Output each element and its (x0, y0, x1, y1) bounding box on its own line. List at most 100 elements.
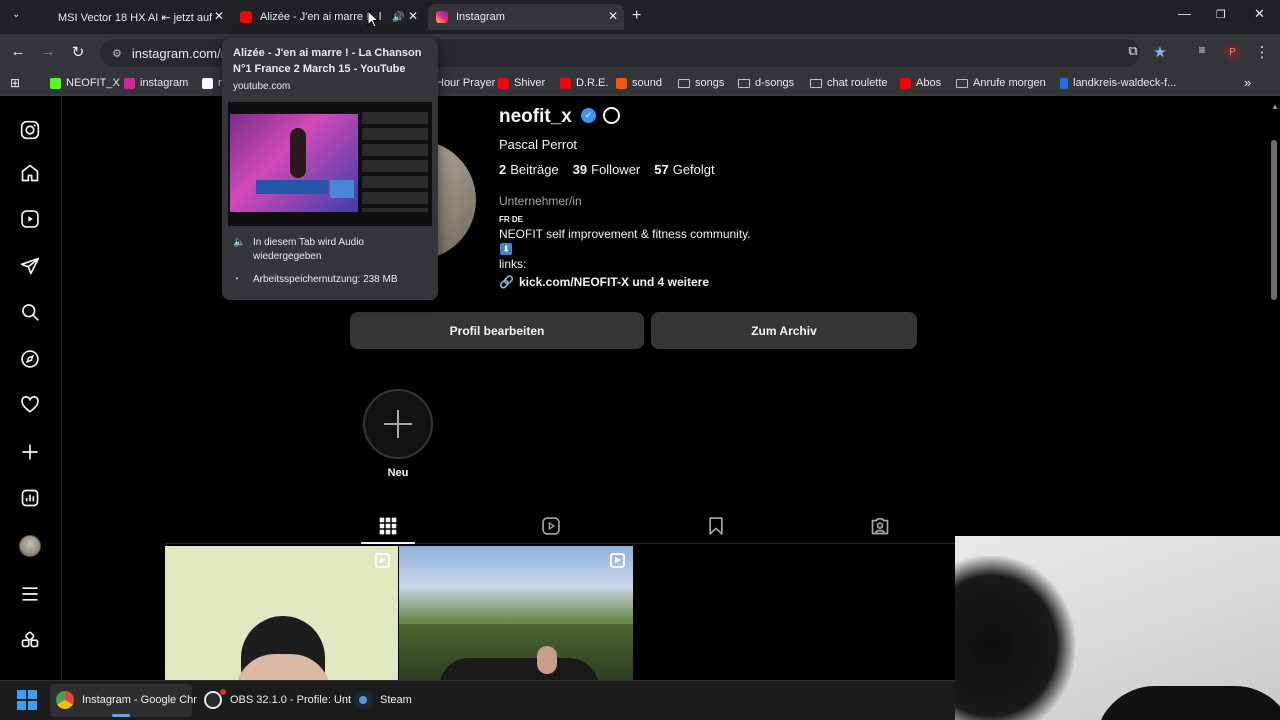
page-scrollbar-thumb[interactable] (1271, 140, 1277, 300)
bookmark-shiver[interactable]: Shiver (498, 77, 545, 89)
hover-card-memory-text: Arbeitsspeichernutzung: 238 MB (253, 274, 398, 285)
media-control-icon[interactable]: ≡ (1192, 43, 1212, 57)
dashboard-icon[interactable] (20, 488, 40, 508)
reels-tab-icon[interactable] (541, 516, 561, 536)
browser-tabstrip: ⌄ MSI Vector 18 HX AI ⇤ jetzt auf ✕ Aliz… (0, 0, 1280, 34)
bio-link[interactable]: 🔗 kick.com/NEOFIT-X und 4 weitere (499, 275, 709, 289)
search-icon[interactable] (20, 302, 40, 322)
bookmark-tiktok[interactable]: n (202, 77, 224, 89)
youtube-icon (498, 77, 509, 89)
stat-value: 57 (654, 162, 669, 177)
related-videos-list (362, 112, 428, 212)
profile-tabs-divider (165, 543, 955, 544)
new-highlight-label: Neu (387, 467, 409, 479)
taskbar-active-underline (112, 714, 130, 717)
home-icon[interactable] (20, 163, 40, 183)
messages-icon[interactable] (20, 256, 40, 276)
chrome-icon (56, 691, 74, 709)
tiktok-icon (202, 77, 213, 89)
posts-grid-icon[interactable] (378, 516, 398, 536)
stat-value: 2 (499, 162, 507, 177)
more-menu-icon[interactable] (20, 584, 40, 604)
new-tab-button[interactable]: + (632, 7, 641, 25)
bookmark-star-icon[interactable]: ★ (1150, 43, 1170, 61)
explore-icon[interactable] (20, 349, 40, 369)
bookmark-sound[interactable]: sound (616, 77, 662, 89)
scroll-up-icon[interactable]: ▲ (1271, 102, 1279, 111)
create-plus-icon[interactable] (20, 442, 40, 462)
taskbar-steam[interactable]: Steam (354, 690, 412, 710)
minimize-icon[interactable]: — (1178, 6, 1191, 21)
tab-msi[interactable]: MSI Vector 18 HX AI ⇤ jetzt auf ✕ (50, 4, 230, 30)
bookmark-label: Abos (916, 77, 942, 89)
archive-button[interactable]: Zum Archiv (651, 312, 917, 349)
bookmark-abos[interactable]: Abos (900, 77, 941, 89)
stat-label: Beiträge (510, 162, 559, 177)
profile-avatar[interactable] (19, 535, 41, 557)
tab-youtube[interactable]: Alizée - J'en ai marre ! - l 🔊 ✕ (232, 4, 424, 30)
forward-arrow-icon[interactable]: → (38, 43, 58, 60)
youtube-icon (900, 77, 911, 89)
bookmark-d-songs[interactable]: d-songs (738, 77, 794, 89)
back-arrow-icon[interactable]: ← (8, 43, 28, 60)
bookmark-dre[interactable]: D.R.E. (560, 77, 608, 89)
restore-icon[interactable]: ❐ (1216, 8, 1226, 21)
menu-dots-icon[interactable]: ⋮ (1252, 43, 1272, 61)
speaker-icon[interactable]: 🔊 (392, 12, 404, 23)
bookmark-neofit[interactable]: NEOFIT_X (50, 77, 120, 89)
bookmark-hour-prayer[interactable]: Hour Prayer (436, 77, 495, 89)
stat-following[interactable]: 57 Gefolgt (654, 162, 714, 177)
site-info-icon[interactable]: ⚙ (112, 47, 122, 60)
car-photo (439, 658, 599, 680)
instagram-logo-icon[interactable] (20, 120, 40, 140)
reload-icon[interactable]: ↻ (68, 43, 88, 61)
profile-avatar-icon[interactable]: P (1224, 44, 1241, 61)
recording-indicator-icon (220, 689, 226, 695)
bookmark-label: Hour Prayer (436, 77, 496, 89)
stat-followers[interactable]: 39 Follower (573, 162, 641, 177)
more-bookmarks-icon[interactable]: » (1244, 75, 1251, 90)
bookmark-label: instagram (140, 77, 189, 89)
notifications-heart-icon[interactable] (20, 395, 40, 415)
hover-card-audio-text: In diesem Tab wird Audio wiedergegeben (253, 237, 364, 262)
tab-instagram[interactable]: Instagram ✕ (428, 4, 624, 30)
url-text: instagram.com/ne (131, 45, 236, 61)
threads-apps-icon[interactable] (20, 631, 40, 651)
edit-profile-button[interactable]: Profil bearbeiten (350, 312, 644, 349)
taskbar-chrome[interactable]: Instagram - Google Chr (56, 690, 197, 710)
taskbar-label: Steam (380, 694, 412, 706)
reel-indicator-icon (610, 553, 625, 568)
tab-search-chevron-icon[interactable]: ⌄ (12, 9, 20, 20)
profile-stats: 2 Beiträge 39 Follower 57 Gefolgt (499, 162, 715, 177)
bookmarks-bar: ⊞ NEOFIT_X instagram n Hour Prayer Shive… (0, 72, 1280, 96)
settings-gear-icon[interactable] (603, 107, 620, 124)
windows-start-icon[interactable] (17, 690, 37, 710)
taskbar-obs[interactable]: OBS 32.1.0 - Profile: Unt (204, 690, 351, 710)
bookmark-instagram[interactable]: instagram (124, 77, 188, 89)
bookmark-anrufe-morgen[interactable]: Anrufe morgen (956, 77, 1046, 89)
saved-bookmark-icon[interactable] (706, 516, 726, 536)
bookmark-landkreis[interactable]: landkreis-waldeck-f... (1060, 77, 1176, 89)
close-icon[interactable]: ✕ (408, 9, 418, 23)
bookmark-songs[interactable]: songs (678, 77, 724, 89)
close-icon[interactable]: ✕ (608, 9, 618, 23)
bookmark-label: landkreis-waldeck-f... (1073, 77, 1177, 89)
post-thumbnail[interactable] (399, 546, 633, 680)
tagged-icon[interactable] (870, 516, 890, 536)
youtube-favicon-icon (240, 11, 252, 23)
webcam-shadow-photo (955, 556, 1075, 720)
obs-icon (204, 691, 222, 709)
bookmark-chat-roulette[interactable]: chat roulette (810, 77, 888, 89)
new-highlight-button[interactable] (363, 389, 433, 459)
profile-full-name: Pascal Perrot (499, 137, 578, 152)
profile-username: neofit_x (499, 106, 572, 127)
window-close-icon[interactable]: ✕ (1254, 6, 1265, 22)
hover-card-title: Alizée - J'en ai marre ! - La Chanson N°… (233, 47, 422, 75)
install-app-icon[interactable]: ⧉ (1123, 43, 1143, 59)
close-icon[interactable]: ✕ (214, 9, 224, 23)
webcam-overlay (955, 536, 1280, 720)
apps-grid-icon[interactable]: ⊞ (10, 76, 20, 90)
post-thumbnail[interactable] (165, 546, 398, 680)
reels-icon[interactable] (20, 209, 40, 229)
bio-text: NEOFIT self improvement & fitness commun… (499, 227, 751, 241)
